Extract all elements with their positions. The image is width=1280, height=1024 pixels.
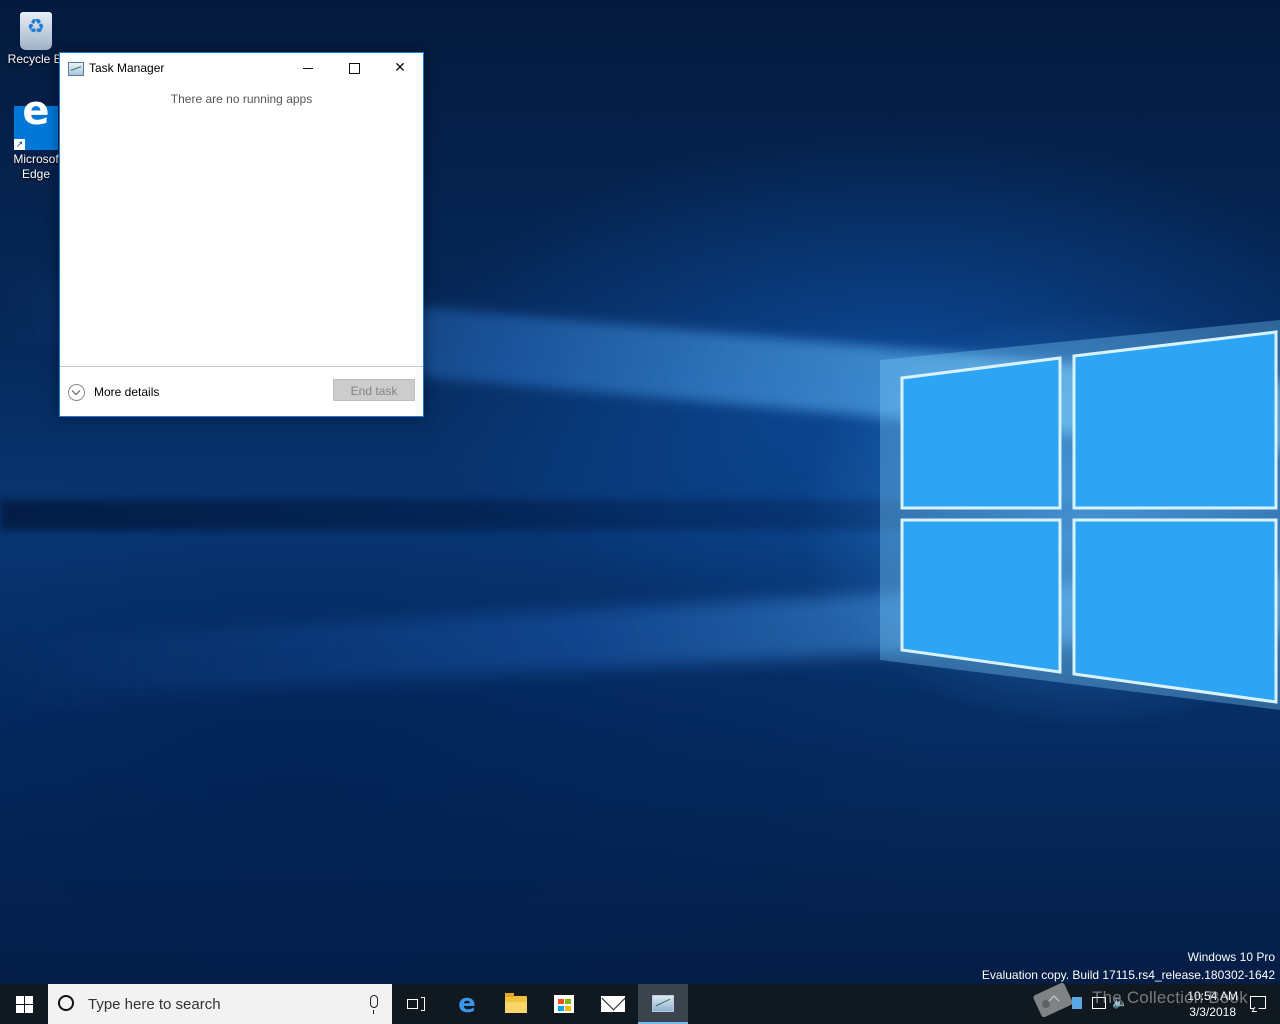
store-icon <box>554 995 574 1013</box>
window-title: Task Manager <box>89 61 165 75</box>
empty-message: There are no running apps <box>170 92 313 106</box>
search-placeholder: Type here to search <box>88 996 221 1013</box>
file-explorer-icon <box>505 992 527 1013</box>
recycle-bin-icon <box>20 12 52 50</box>
start-button[interactable] <box>0 984 48 1024</box>
task-manager-icon <box>652 994 674 1012</box>
minimize-button[interactable] <box>285 53 331 83</box>
windows-logo-wallpaper <box>880 320 1280 710</box>
edge-icon: e <box>458 989 476 1019</box>
taskbar-edge[interactable]: e <box>442 984 492 1024</box>
edge-icon: e ↗ <box>14 88 58 150</box>
search-box[interactable]: Type here to search <box>48 984 392 1024</box>
collection-book-text: The Collection Book <box>1092 988 1248 1007</box>
more-details-toggle[interactable]: More details <box>68 382 159 402</box>
taskbar-file-explorer[interactable] <box>492 984 540 1024</box>
task-manager-icon <box>68 62 84 76</box>
build-watermark: Evaluation copy. Build 17115.rs4_release… <box>981 968 1275 982</box>
mail-icon <box>601 996 625 1012</box>
window-footer: More details End task <box>60 366 423 416</box>
close-button[interactable]: ✕ <box>377 53 423 83</box>
shortcut-arrow-icon: ↗ <box>14 139 25 150</box>
edge-glyph: e <box>22 88 50 134</box>
taskbar-mail[interactable] <box>588 984 638 1024</box>
minimize-icon <box>303 67 313 69</box>
app-list: There are no running apps <box>60 83 423 366</box>
action-center-icon[interactable] <box>1250 996 1266 1009</box>
chevron-down-icon <box>68 383 85 401</box>
microphone-icon[interactable] <box>370 995 378 1014</box>
title-bar[interactable]: Task Manager ✕ <box>60 53 423 83</box>
task-view-icon <box>407 997 425 1011</box>
collection-book-logo <box>1033 982 1073 1018</box>
task-view-button[interactable] <box>392 984 440 1024</box>
taskbar-task-manager[interactable] <box>638 984 688 1024</box>
cortana-icon <box>58 995 74 1011</box>
edition-watermark: Windows 10 Pro <box>1187 950 1275 964</box>
maximize-button[interactable] <box>331 53 377 83</box>
windows-icon <box>15 995 33 1013</box>
end-task-button[interactable]: End task <box>333 379 415 401</box>
more-details-label: More details <box>94 385 160 399</box>
taskbar-store[interactable] <box>540 984 588 1024</box>
maximize-icon <box>348 62 360 74</box>
task-manager-window[interactable]: Task Manager ✕ There are no running apps… <box>59 52 424 417</box>
close-icon: ✕ <box>394 60 406 76</box>
taskbar: Type here to search e 🔈 10:54 AM 3/3/201… <box>0 984 1280 1024</box>
